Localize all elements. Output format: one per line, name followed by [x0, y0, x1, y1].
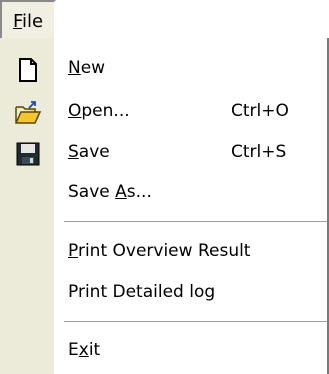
menu-item-open[interactable]: Open... Ctrl+O [0, 95, 327, 129]
menu-item-exit[interactable]: Exit [0, 334, 327, 368]
menu-item-save-as-label: Save As... [68, 182, 152, 202]
menu-file[interactable]: File [0, 0, 56, 42]
menu-item-new[interactable]: New [0, 52, 327, 86]
new-document-icon [14, 56, 42, 84]
menu-item-open-shortcut: Ctrl+O [231, 101, 289, 121]
menu-item-open-label: Open... [68, 101, 130, 121]
menu-bar: File [0, 0, 329, 42]
menu-item-print-detailed[interactable]: Print Detailed log [0, 276, 327, 310]
menu-file-label: File [12, 10, 44, 32]
menu-item-print-detailed-label: Print Detailed log [68, 282, 216, 302]
menu-separator [64, 321, 327, 323]
menu-separator [64, 221, 327, 223]
menu-item-print-overview[interactable]: Print Overview Result [0, 235, 327, 269]
menu-item-save-as[interactable]: Save As... [0, 176, 327, 210]
menu-item-print-overview-label: Print Overview Result [68, 241, 251, 261]
menu-item-save[interactable]: Save Ctrl+S [0, 136, 327, 170]
menu-item-exit-label: Exit [68, 340, 101, 360]
menu-item-save-label: Save [68, 142, 110, 162]
floppy-disk-icon [14, 140, 42, 168]
menu-item-save-shortcut: Ctrl+S [231, 142, 287, 162]
menu-item-new-label: New [68, 58, 106, 78]
file-dropdown-menu: New Open... Ctrl+O Save Ctrl+S Save As..… [0, 38, 329, 374]
open-folder-icon [14, 99, 42, 127]
